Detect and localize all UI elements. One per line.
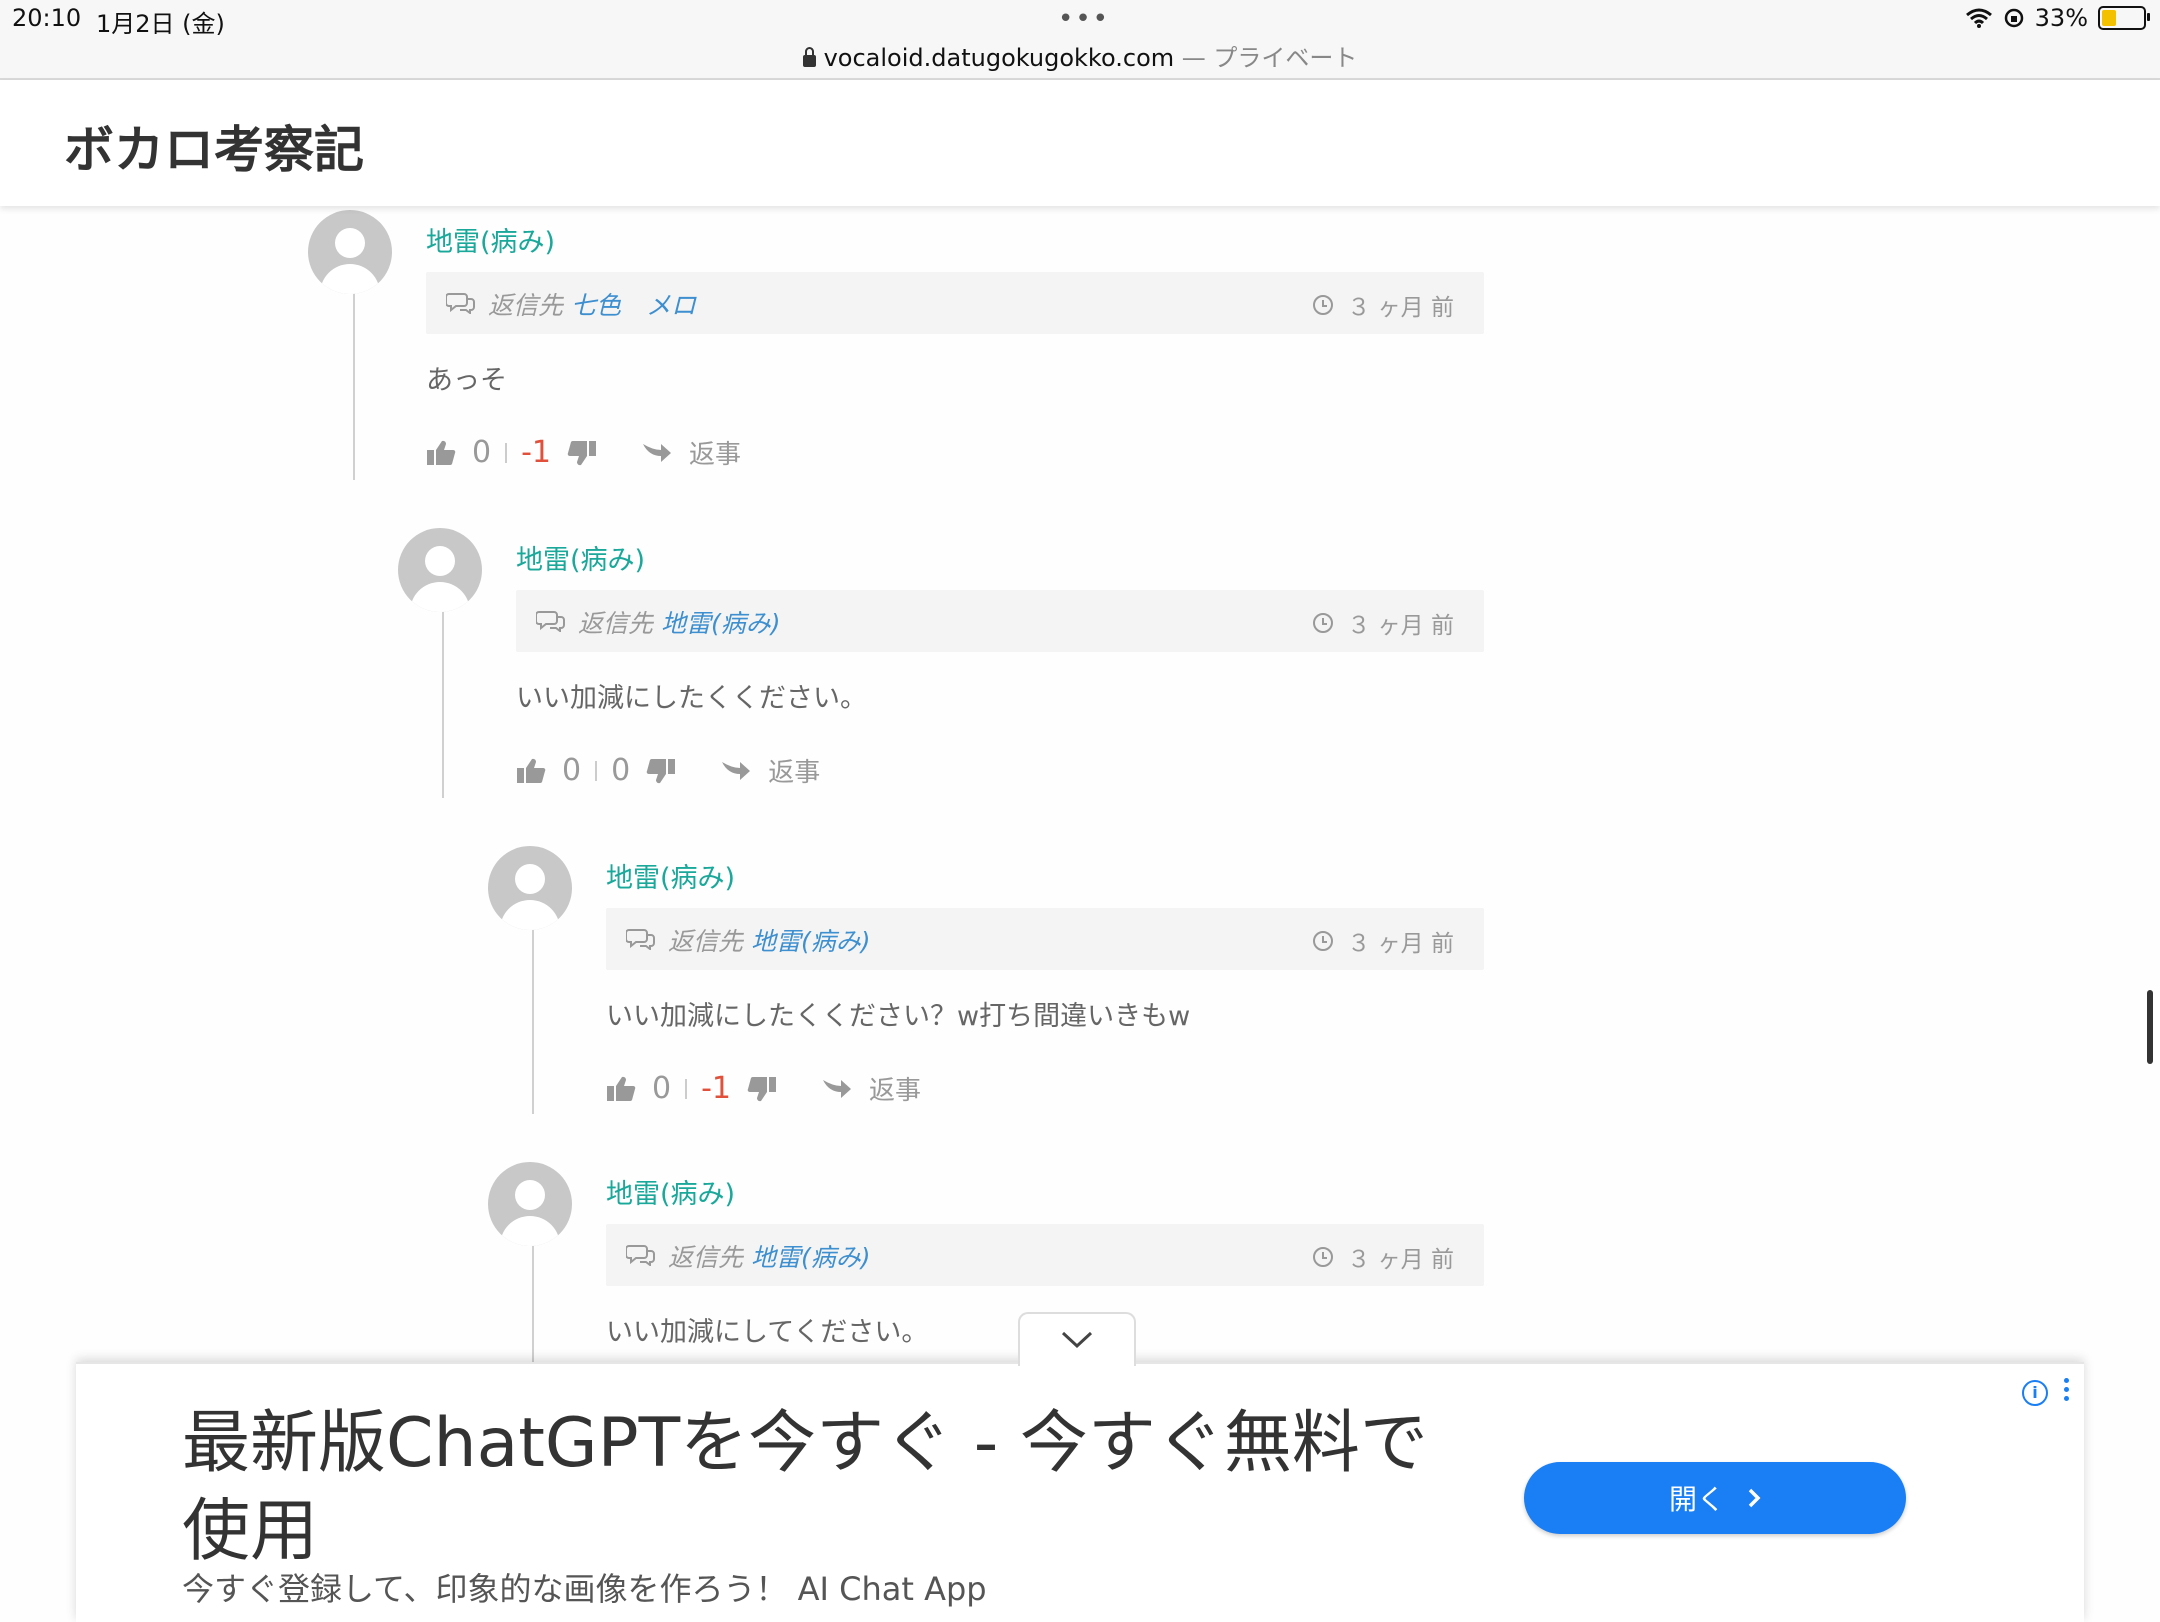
- reply-target-link[interactable]: 七色 メロ: [571, 291, 696, 320]
- reply-arrow-icon: [823, 1079, 852, 1098]
- dislike-count: 0: [611, 753, 631, 788]
- reply-meta-bar: 返信先 地雷(病み) ３ ヶ月 前: [516, 590, 1484, 652]
- ad-open-button[interactable]: 開く: [1524, 1462, 1906, 1534]
- comment-author[interactable]: 地雷(病み): [516, 538, 645, 577]
- scrollbar[interactable]: [2147, 990, 2153, 1064]
- comment-body: いい加減にしたくください。: [516, 683, 867, 714]
- reply-button[interactable]: 返事: [720, 752, 820, 789]
- comment-time: ３ ヶ月 前: [1347, 1247, 1454, 1273]
- comment-author[interactable]: 地雷(病み): [606, 1172, 735, 1211]
- avatar: [308, 210, 392, 294]
- like-count: 0: [562, 753, 582, 788]
- ad-banner[interactable]: i 最新版ChatGPTを今すぐ - 今すぐ無料で使用 今すぐ登録して、印象的な…: [76, 1362, 2084, 1622]
- reply-prefix: 返信先: [578, 609, 654, 638]
- comment-actions: 0 0 返事: [516, 752, 820, 789]
- battery-icon: [2098, 6, 2150, 30]
- reply-label: 返事: [768, 758, 821, 788]
- thumbs-down-icon[interactable]: [646, 757, 676, 785]
- more-options-icon[interactable]: [2064, 1378, 2070, 1405]
- comment-time: ３ ヶ月 前: [1347, 613, 1454, 639]
- thumbs-up-icon[interactable]: [516, 757, 546, 785]
- thread-line: [353, 290, 355, 480]
- reply-label: 返事: [869, 1076, 922, 1106]
- comment-body: あっそ: [426, 365, 507, 396]
- comments-icon: [536, 611, 565, 632]
- reply-prefix: 返信先: [668, 1243, 744, 1272]
- dislike-count: -1: [701, 1071, 732, 1106]
- comments-icon: [626, 929, 655, 950]
- multitasking-dots-icon[interactable]: •••: [1058, 4, 1110, 34]
- comment-body: いい加減にしてください。: [606, 1317, 929, 1348]
- ad-collapse-tab[interactable]: [1018, 1312, 1136, 1366]
- thumbs-up-icon[interactable]: [426, 439, 456, 467]
- url-text: vocaloid.datugokugokko.com: [823, 44, 1175, 72]
- reply-target-link[interactable]: 地雷(病み): [661, 609, 781, 638]
- avatar: [398, 528, 482, 612]
- comment-body: いい加減にしたくください？w打ち間違いきもw: [606, 1001, 1191, 1032]
- date: 1月2日 (金): [96, 10, 225, 38]
- comments-icon: [626, 1245, 655, 1266]
- site-title[interactable]: ボカロ考察記: [64, 110, 364, 182]
- reply-button[interactable]: 返事: [641, 434, 741, 471]
- thread-line: [442, 612, 444, 798]
- like-count: 0: [472, 435, 492, 470]
- reply-arrow-icon: [722, 761, 751, 780]
- chevron-right-icon: [1748, 1488, 1761, 1508]
- clock-time: 20:10: [12, 4, 82, 32]
- lock-icon: [802, 47, 816, 67]
- clock-icon: [1313, 1247, 1334, 1267]
- ad-headline[interactable]: 最新版ChatGPTを今すぐ - 今すぐ無料で使用: [182, 1400, 1482, 1576]
- comment-actions: 0 -1 返事: [606, 1070, 921, 1107]
- reply-target-link[interactable]: 地雷(病み): [751, 1243, 871, 1272]
- battery-percent: 33%: [2034, 4, 2088, 32]
- status-bar: 20:10 1月2日 (金) ••• vocaloid.datugokugokk…: [0, 0, 2160, 80]
- comments-icon: [446, 293, 475, 314]
- thumbs-down-icon[interactable]: [747, 1075, 777, 1103]
- like-count: 0: [652, 1071, 672, 1106]
- comment-actions: 0 -1 返事: [426, 434, 741, 471]
- thread-line: [532, 1246, 534, 1366]
- reply-arrow-icon: [643, 443, 672, 462]
- reply-target-link[interactable]: 地雷(病み): [751, 927, 871, 956]
- address-bar[interactable]: vocaloid.datugokugokko.com — プライベート: [0, 38, 2160, 73]
- status-icons: 33%: [1965, 4, 2150, 32]
- comment-time: ３ ヶ月 前: [1347, 931, 1454, 957]
- clock-icon: [1313, 613, 1334, 633]
- clock-icon: [1313, 931, 1334, 951]
- thumbs-down-icon[interactable]: [567, 439, 597, 467]
- private-label: — プライベート: [1174, 44, 1358, 72]
- orientation-lock-icon: [2004, 8, 2023, 28]
- reply-label: 返事: [689, 440, 742, 470]
- site-header: ボカロ考察記: [0, 80, 2160, 206]
- reply-prefix: 返信先: [488, 291, 564, 320]
- comment-author[interactable]: 地雷(病み): [426, 220, 555, 259]
- reply-meta-bar: 返信先 地雷(病み) ３ ヶ月 前: [606, 1224, 1484, 1286]
- reply-prefix: 返信先: [668, 927, 744, 956]
- reply-meta-bar: 返信先 地雷(病み) ３ ヶ月 前: [606, 908, 1484, 970]
- ad-open-label: 開く: [1668, 1483, 1725, 1516]
- dislike-count: -1: [521, 435, 552, 470]
- info-icon[interactable]: i: [2022, 1380, 2048, 1406]
- avatar: [488, 846, 572, 930]
- comment-author[interactable]: 地雷(病み): [606, 856, 735, 895]
- ad-subtext: 今すぐ登録して、印象的な画像を作ろう！ AI Chat App: [182, 1570, 987, 1608]
- reply-meta-bar: 返信先 七色 メロ ３ ヶ月 前: [426, 272, 1484, 334]
- clock-icon: [1313, 295, 1334, 315]
- comment-time: ３ ヶ月 前: [1347, 295, 1454, 321]
- thumbs-up-icon[interactable]: [606, 1075, 636, 1103]
- avatar: [488, 1162, 572, 1246]
- thread-line: [532, 930, 534, 1114]
- chevron-down-icon: [1061, 1331, 1093, 1349]
- reply-button[interactable]: 返事: [821, 1070, 921, 1107]
- wifi-icon: [1965, 8, 1992, 28]
